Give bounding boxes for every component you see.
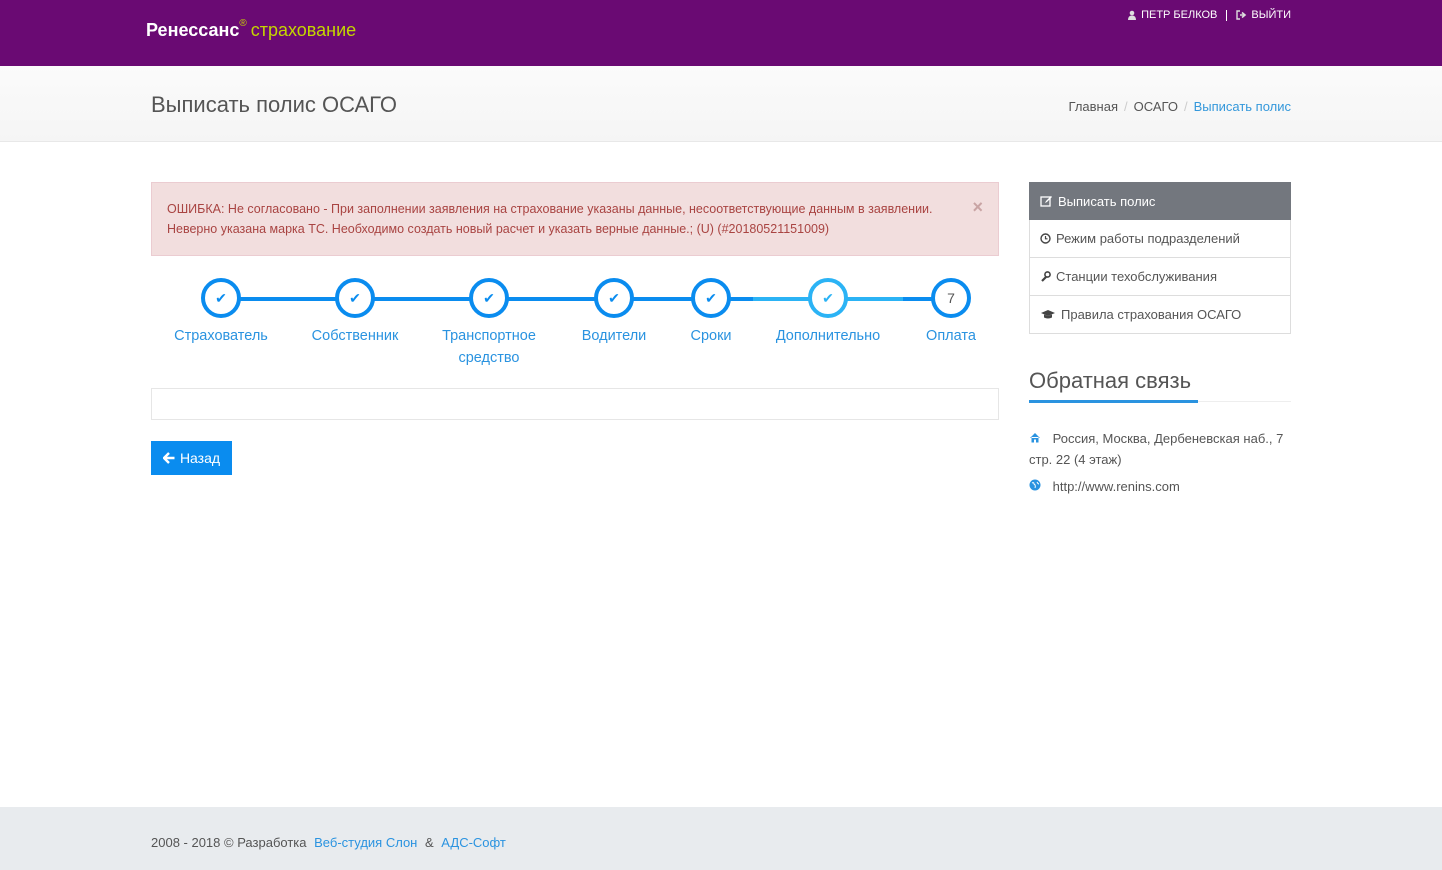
sign-out-icon (1236, 10, 1247, 20)
sidebar-item-label: Выписать полис (1058, 193, 1156, 209)
step-check-icon: ✔ (335, 278, 375, 318)
footer-text: 2008 - 2018 © Разработка Веб-студия Слон… (151, 835, 506, 850)
logout-label: ВЫЙТИ (1251, 9, 1291, 21)
website-link[interactable]: http://www.renins.com (1053, 479, 1180, 494)
breadcrumb-current: Выписать полис (1193, 99, 1291, 114)
footer: 2008 - 2018 © Разработка Веб-студия Слон… (0, 807, 1442, 870)
error-alert: ОШИБКА: Не согласовано - При заполнении … (151, 182, 999, 256)
graduation-cap-icon (1041, 310, 1055, 319)
nav-divider (1226, 9, 1228, 21)
step-sobstvennik[interactable]: ✔ Собственник (285, 278, 425, 347)
error-alert-text: ОШИБКА: Не согласовано - При заполнении … (167, 202, 933, 236)
clock-icon (1040, 233, 1051, 244)
footer-copyright: 2008 - 2018 © Разработка (151, 835, 307, 850)
user-nav: ПЕТР БЕЛКОВ ВЫЙТИ (1127, 9, 1291, 21)
wrench-icon (1041, 271, 1051, 282)
step-label: Страхователь (174, 328, 268, 344)
step-content-panel (151, 388, 999, 420)
wizard-steps: ✔ Страхователь ✔ Собственник ✔ Транспорт… (151, 278, 999, 378)
step-check-icon: ✔ (808, 278, 848, 318)
user-icon (1128, 10, 1137, 20)
step-label: Оплата (926, 328, 976, 344)
user-profile-link[interactable]: ПЕТР БЕЛКОВ (1127, 9, 1217, 21)
edit-icon (1040, 196, 1052, 207)
arrow-left-icon (162, 452, 175, 464)
step-check-icon: ✔ (594, 278, 634, 318)
logo-text-secondary: страхование (250, 20, 357, 40)
contact-address: Россия, Москва, Дербеневская наб., 7 стр… (1029, 428, 1291, 470)
step-sroki[interactable]: ✔ Сроки (671, 278, 751, 347)
step-number: 7 (931, 278, 971, 318)
sidebar-item-label: Станции техобслуживания (1056, 269, 1217, 284)
step-check-icon: ✔ (469, 278, 509, 318)
breadcrumb-separator: / (1124, 99, 1128, 114)
close-alert-button[interactable]: × (972, 197, 983, 217)
feedback-title-underline (1029, 400, 1291, 403)
step-transport[interactable]: ✔ Транспортное средство (434, 278, 544, 369)
sidebar-item-label: Режим работы подразделений (1056, 231, 1240, 246)
breadcrumb-home[interactable]: Главная (1069, 99, 1118, 114)
logout-link[interactable]: ВЫЙТИ (1236, 9, 1291, 21)
step-label: Дополнительно (775, 328, 881, 344)
sidebar-item-work-hours[interactable]: Режим работы подразделений (1029, 220, 1291, 258)
home-icon (1029, 431, 1045, 446)
feedback-title: Обратная связь (1029, 368, 1192, 393)
sidebar-item-rules[interactable]: Правила страхования ОСАГО (1029, 296, 1291, 334)
breadcrumb-separator: / (1183, 99, 1188, 114)
sidebar-item-label: Правила страхования ОСАГО (1061, 307, 1242, 322)
step-check-icon: ✔ (691, 278, 731, 318)
user-name: ПЕТР БЕЛКОВ (1141, 9, 1218, 21)
sidebar-menu: Выписать полис Режим работы подразделени… (1029, 182, 1291, 334)
step-label: Собственник (311, 328, 399, 344)
page-title: Выписать полис ОСАГО (151, 92, 397, 117)
logo-text-main: Ренессанс (146, 20, 240, 40)
step-label: Водители (581, 328, 647, 344)
step-label: Сроки (690, 328, 732, 344)
step-label: Транспортное средство (442, 328, 536, 366)
step-check-icon: ✔ (201, 278, 241, 318)
step-oplata[interactable]: 7 Оплата (906, 278, 996, 347)
footer-ampersand: & (424, 835, 434, 850)
feedback-underline-accent (1029, 400, 1198, 403)
footer-link-web-studio[interactable]: Веб-студия Слон (314, 835, 417, 850)
contact-website[interactable]: http://www.renins.com (1029, 476, 1180, 497)
breadcrumb-osago[interactable]: ОСАГО (1134, 99, 1178, 114)
page-header: Выписать полис ОСАГО Главная / ОСАГО / В… (0, 66, 1442, 142)
top-bar: Ренессанс® страхование ПЕТР БЕЛКОВ ВЫЙТИ (0, 0, 1442, 66)
back-button[interactable]: Назад (151, 441, 232, 475)
step-dopolnitelno[interactable]: ✔ Дополнительно (758, 278, 898, 347)
globe-icon (1029, 479, 1045, 494)
footer-link-ads-soft[interactable]: АДС-Софт (441, 835, 506, 850)
sidebar-item-service-stations[interactable]: Станции техобслуживания (1029, 258, 1291, 296)
breadcrumb: Главная / ОСАГО / Выписать полис (1069, 99, 1291, 114)
step-voditeli[interactable]: ✔ Водители (544, 278, 684, 347)
address-text: Россия, Москва, Дербеневская наб., 7 стр… (1029, 431, 1284, 467)
sidebar-item-issue-policy[interactable]: Выписать полис (1029, 182, 1291, 220)
logo[interactable]: Ренессанс® страхование (146, 18, 357, 41)
step-strahovatel[interactable]: ✔ Страхователь (151, 278, 291, 347)
back-button-label: Назад (179, 450, 221, 466)
logo-registered-mark: ® (239, 18, 247, 29)
